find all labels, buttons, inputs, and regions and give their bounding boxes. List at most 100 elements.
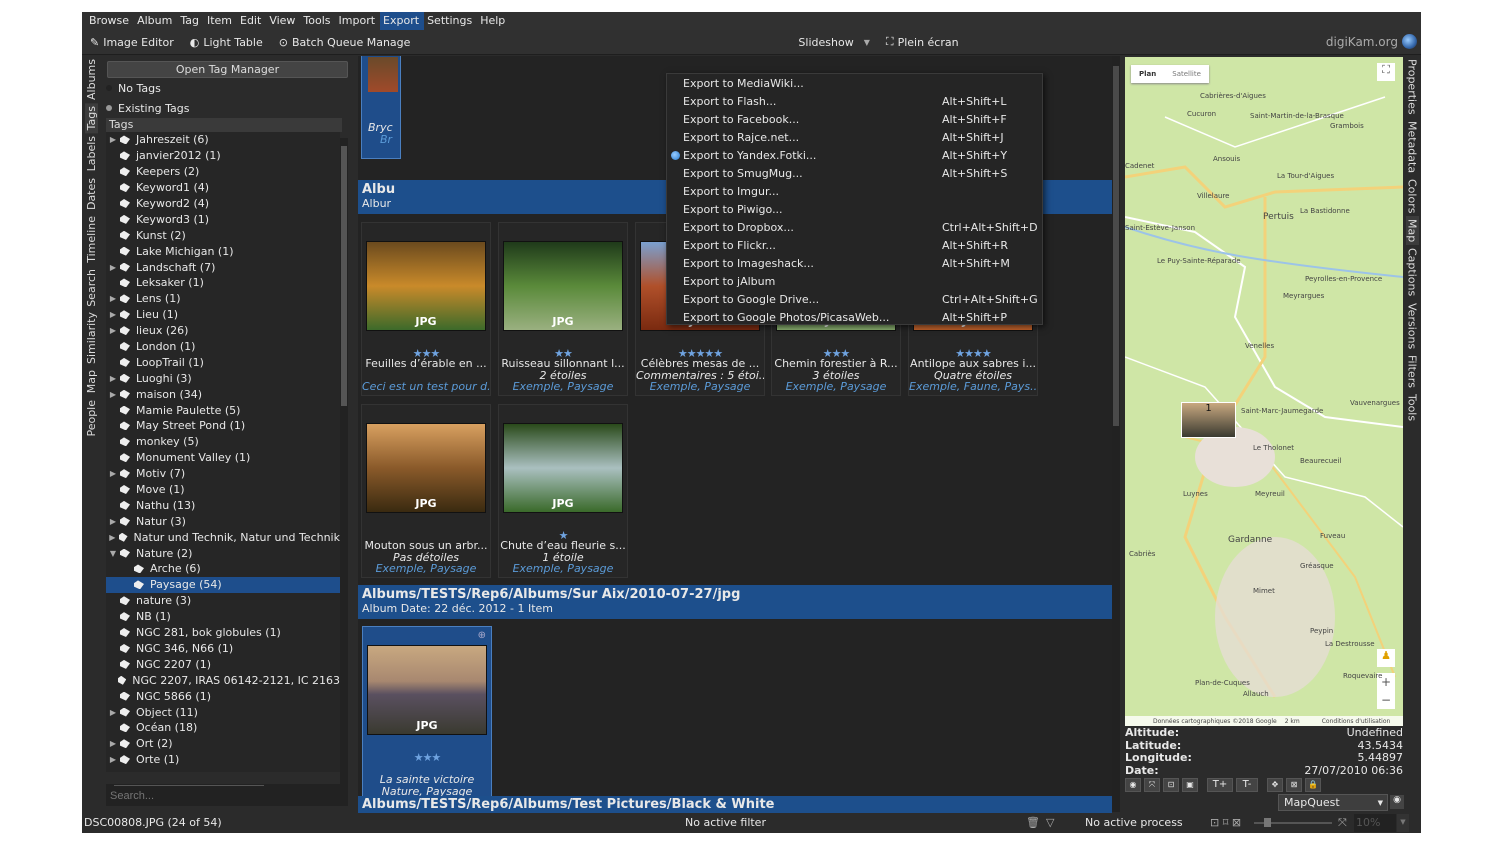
export-menu-item[interactable]: Export to Yandex.Fotki... Alt+Shift+Y xyxy=(667,146,1042,164)
export-menu-item[interactable]: Export to MediaWiki... xyxy=(667,74,1042,92)
tag-tree-item[interactable]: nature (3) xyxy=(106,593,340,609)
sidebar-tab-map[interactable]: Map xyxy=(85,367,98,396)
map-satellite-button[interactable]: Satellite xyxy=(1164,65,1209,83)
zoom-fit-icon[interactable]: ⤧ xyxy=(1144,778,1160,792)
export-menu-item[interactable]: Export to Flickr... Alt+Shift+R xyxy=(667,236,1042,254)
tag-tree-item[interactable]: Nathu (13) xyxy=(106,497,340,513)
tag-tree-item[interactable]: ▶ Motiv (7) xyxy=(106,466,340,482)
sidebar-tab-filters[interactable]: Filters xyxy=(1406,352,1419,391)
map-fullscreen-icon[interactable]: ⛶ xyxy=(1377,63,1395,81)
album-group-header-2[interactable]: Albums/TESTS/Rep6/Albums/Test Pictures/B… xyxy=(358,796,1112,813)
map-plan-button[interactable]: Plan xyxy=(1131,65,1164,83)
text-smaller-button[interactable]: T- xyxy=(1236,778,1258,792)
tag-tree-item[interactable]: Keyword1 (4) xyxy=(106,180,340,196)
chevron-right-icon[interactable]: ▶ xyxy=(106,708,120,717)
menu-view[interactable]: View xyxy=(266,12,300,30)
batch-queue-button[interactable]: ⊙ Batch Queue Manage xyxy=(271,36,419,49)
partial-thumbnail[interactable]: Bryc Br xyxy=(361,56,401,159)
center-icon[interactable]: ✥ xyxy=(1267,778,1283,792)
open-tag-manager-button[interactable]: Open Tag Manager xyxy=(107,61,348,78)
map-globe-button[interactable]: ◉ xyxy=(1390,795,1404,809)
sidebar-tab-colors[interactable]: Colors xyxy=(1406,176,1419,216)
menu-settings[interactable]: Settings xyxy=(424,12,477,30)
sidebar-tab-properties[interactable]: Properties xyxy=(1406,56,1419,118)
export-menu-item[interactable]: Export to SmugMug... Alt+Shift+S xyxy=(667,164,1042,182)
zoom-100-icon[interactable]: ⤧ xyxy=(1338,816,1347,830)
export-menu-item[interactable]: Export to Imgur... xyxy=(667,182,1042,200)
tag-tree-item[interactable]: NGC 2207, IRAS 06142-2121, IC 2163 xyxy=(106,672,340,688)
select-icon[interactable]: ⊠ xyxy=(1286,778,1302,792)
menu-export[interactable]: Export xyxy=(380,12,425,30)
album-group-header[interactable]: Albums/TESTS/Rep6/Albums/Sur Aix/2010-07… xyxy=(358,585,1112,619)
tag-tree-item[interactable]: Paysage (54) xyxy=(106,576,340,593)
tag-tree-item[interactable]: NGC 5866 (1) xyxy=(106,688,340,704)
map-provider-select[interactable]: MapQuest ▼ xyxy=(1278,794,1388,811)
export-menu-item[interactable]: Export to Piwigo... xyxy=(667,200,1042,218)
tag-tree-item[interactable]: Kunst (2) xyxy=(106,227,340,243)
digikam-brand[interactable]: digiKam.org xyxy=(1326,34,1417,49)
text-larger-button[interactable]: T+ xyxy=(1207,778,1233,792)
menu-tools[interactable]: Tools xyxy=(300,12,335,30)
chevron-right-icon[interactable]: ▶ xyxy=(106,739,120,748)
tag-tree-item[interactable]: monkey (5) xyxy=(106,434,340,450)
tag-tree-item[interactable]: janvier2012 (1) xyxy=(106,148,340,164)
menu-import[interactable]: Import xyxy=(336,12,381,30)
tag-tree-item[interactable]: London (1) xyxy=(106,339,340,355)
sidebar-tab-tools[interactable]: Tools xyxy=(1406,391,1419,424)
menu-item[interactable]: Item xyxy=(204,12,237,30)
tag-tree-item[interactable]: ▶ lieux (26) xyxy=(106,323,340,339)
tag-tree-item[interactable]: Leksaker (1) xyxy=(106,275,340,291)
light-table-button[interactable]: ◐ Light Table xyxy=(182,36,271,49)
thumbnail-cell[interactable]: JPG ★ Chute d’eau fleurie s... 1 étoile Exem… xyxy=(498,404,628,578)
map-view[interactable]: Plan Satellite ⛶ 1 ♟ + − Données cartogra… xyxy=(1125,57,1403,726)
filter-icon[interactable]: ▽ xyxy=(1046,816,1054,829)
zoom-fit-icon[interactable]: ⊡ ⌑ ⊠ xyxy=(1210,816,1241,829)
tags-column-header[interactable]: Tags xyxy=(106,118,342,132)
tag-tree-item[interactable]: Monument Valley (1) xyxy=(106,450,340,466)
tag-tree-item[interactable]: ▶ Object (11) xyxy=(106,704,340,720)
existing-tags-radio[interactable]: Existing Tags xyxy=(100,98,352,118)
tag-tree-item[interactable]: NGC 2207 (1) xyxy=(106,656,340,672)
sidebar-tab-labels[interactable]: Labels xyxy=(85,133,98,174)
export-menu-item[interactable]: Export to Google Photos/PicasaWeb... Alt+… xyxy=(667,308,1042,326)
tag-tree-item[interactable]: ▶ Luoghi (3) xyxy=(106,370,340,386)
menu-help[interactable]: Help xyxy=(477,12,510,30)
tag-tree-item[interactable]: ▶ Lieu (1) xyxy=(106,307,340,323)
export-menu-item[interactable]: Export to Dropbox... Ctrl+Alt+Shift+D xyxy=(667,218,1042,236)
tag-tree-item[interactable]: ▶ Jahreszeit (6) xyxy=(106,132,340,148)
zoom-level-input[interactable]: 10% xyxy=(1354,814,1396,832)
export-menu-item[interactable]: Export to Rajce.net... Alt+Shift+J xyxy=(667,128,1042,146)
export-menu-item[interactable]: Export to Imageshack... Alt+Shift+M xyxy=(667,254,1042,272)
tag-tree-item[interactable]: Océan (18) xyxy=(106,720,340,736)
chevron-right-icon[interactable]: ▶ xyxy=(106,263,120,272)
sidebar-tab-dates[interactable]: Dates xyxy=(85,175,98,213)
menu-album[interactable]: Album xyxy=(134,12,177,30)
tag-tree-item[interactable]: Arche (6) xyxy=(106,561,340,577)
tag-tree-item[interactable]: Keyword3 (1) xyxy=(106,211,340,227)
menu-tag[interactable]: Tag xyxy=(177,12,204,30)
slideshow-button[interactable]: Slideshow ▼ xyxy=(790,36,877,49)
sidebar-tab-albums[interactable]: Albums xyxy=(85,56,98,103)
tag-tree-item[interactable]: ▼ Nature (2) xyxy=(106,545,340,561)
sidebar-tab-versions[interactable]: Versions xyxy=(1406,300,1419,352)
sidebar-tab-search[interactable]: Search xyxy=(85,266,98,310)
sidebar-tab-similarity[interactable]: Similarity xyxy=(85,309,98,367)
chevron-down-icon[interactable]: ▼ xyxy=(106,549,120,558)
sidebar-tab-metadata[interactable]: Metadata xyxy=(1406,118,1419,176)
export-menu-item[interactable]: Export to Flash... Alt+Shift+L xyxy=(667,92,1042,110)
thumbnail-scrollbar[interactable] xyxy=(1112,56,1120,812)
thumbnail-cell[interactable]: JPG ★★★ Feuilles d’érable en ... Ceci est u… xyxy=(361,222,491,396)
chevron-right-icon[interactable]: ▶ xyxy=(106,326,120,335)
tag-tree-item[interactable]: ▶ Orte (1) xyxy=(106,752,340,768)
sidebar-tab-people[interactable]: People xyxy=(85,397,98,440)
export-menu-item[interactable]: Export to jAlbum xyxy=(667,272,1042,290)
chevron-right-icon[interactable]: ▶ xyxy=(106,755,120,764)
tag-tree-item[interactable]: ▶ Lens (1) xyxy=(106,291,340,307)
tag-tree-item[interactable]: ▶ maison (34) xyxy=(106,386,340,402)
menu-edit[interactable]: Edit xyxy=(237,12,266,30)
map-photo-marker[interactable]: 1 xyxy=(1181,402,1236,438)
sidebar-tab-map[interactable]: Map xyxy=(1405,216,1419,246)
fullscreen-button[interactable]: ⛶ Plein écran xyxy=(878,35,967,49)
tag-tree-scrollbar[interactable] xyxy=(340,138,348,786)
zoom-select-icon[interactable]: ⊡ xyxy=(1163,778,1179,792)
